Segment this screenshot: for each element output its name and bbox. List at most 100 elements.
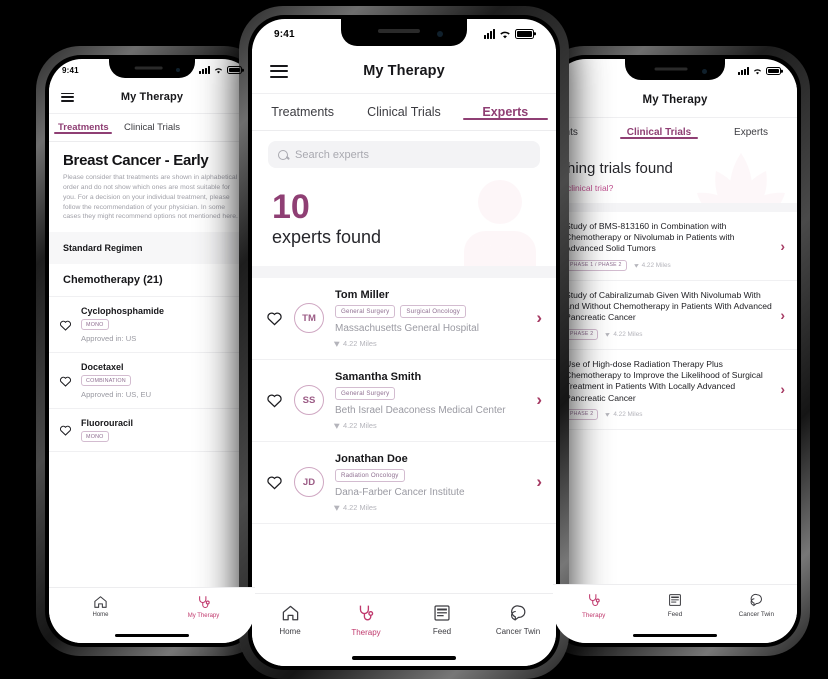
location-arrow-icon: [605, 331, 612, 337]
speaker-grille: [377, 29, 420, 34]
chevron-right-icon[interactable]: ›: [780, 238, 785, 254]
expert-distance: 4.22 Miles: [333, 421, 528, 430]
tab-experts[interactable]: Experts: [705, 127, 797, 138]
status-icons: [738, 66, 781, 76]
expert-row[interactable]: JD Jonathan Doe Radiation Oncology Dana-…: [252, 441, 556, 524]
tab-clinical-trials[interactable]: Clinical Trials: [613, 127, 705, 139]
heart-icon[interactable]: [59, 424, 72, 436]
home-icon: [281, 604, 300, 622]
search-input[interactable]: Search experts: [268, 141, 540, 168]
chevron-right-icon[interactable]: ›: [780, 307, 785, 323]
heart-icon[interactable]: [266, 392, 283, 408]
heart-icon[interactable]: [266, 310, 283, 326]
nav-item-therapy[interactable]: Therapy: [553, 593, 634, 619]
chat-bubbles-icon: [509, 604, 528, 622]
phone-right-bezel: 9:41 My Therapy: [549, 55, 801, 647]
trial-title: Study of BMS-813160 in Combination with …: [565, 220, 735, 254]
heart-icon[interactable]: [59, 319, 72, 331]
trial-distance: 4.22 Miles: [605, 411, 642, 418]
tab-experts[interactable]: Experts: [455, 105, 556, 120]
content-scroll[interactable]: 10 experts found TM Tom Miller General S…: [252, 174, 556, 604]
heart-icon[interactable]: [266, 474, 283, 490]
heart-icon[interactable]: [59, 375, 72, 387]
wifi-icon: [500, 31, 510, 38]
notch: [625, 59, 725, 80]
phase-badge: PHASE 2: [565, 328, 599, 340]
search-placeholder: Search experts: [295, 148, 369, 161]
notch: [109, 59, 195, 78]
content-scroll[interactable]: hing trials found clinical trial? Study …: [553, 145, 797, 593]
page-title: My Therapy: [642, 94, 708, 106]
tab-clinical-trials[interactable]: Clinical Trials: [353, 105, 454, 119]
trial-row[interactable]: Use of High-dose Radiation Therapy Plus …: [553, 349, 797, 430]
trial-info: Study of BMS-813160 in Combination with …: [565, 221, 774, 271]
signal-icon: [199, 66, 210, 74]
trial-row[interactable]: Study of BMS-813160 in Combination with …: [553, 211, 797, 281]
content-scroll[interactable]: Breast Cancer - Early Please consider th…: [49, 140, 255, 595]
expert-name: Tom Miller: [335, 288, 390, 301]
nav-label: Home: [279, 627, 301, 636]
chevron-right-icon[interactable]: ›: [536, 472, 542, 492]
expert-row[interactable]: TM Tom Miller General Surgery Surgical O…: [252, 277, 556, 360]
nav-item-home[interactable]: Home: [252, 604, 328, 636]
nav-item-feed[interactable]: Feed: [634, 593, 715, 618]
trial-meta: PHASE 2 4.22 Miles: [565, 328, 774, 340]
treatment-badges: MONO: [81, 428, 245, 443]
status-time: 9:41: [62, 65, 79, 75]
expert-name: Jonathan Doe: [335, 452, 408, 465]
section-separator: [553, 202, 797, 212]
expert-hospital: Massachusetts General Hospital: [335, 322, 479, 334]
expert-distance: 4.22 Miles: [333, 503, 528, 512]
location-arrow-icon: [333, 421, 342, 430]
experts-hero: 10 experts found: [252, 174, 556, 266]
tab-treatments[interactable]: Treatments: [252, 105, 353, 119]
expert-row[interactable]: SS Samantha Smith General Surgery Beth I…: [252, 359, 556, 442]
nav-item-feed[interactable]: Feed: [404, 604, 480, 636]
phone-left-screen: 9:41 My Therapy Treatments Clinical Tria…: [49, 59, 255, 643]
avatar: SS: [294, 385, 324, 416]
stethoscope-icon: [197, 595, 211, 610]
treatment-row[interactable]: Fluorouracil MONO: [49, 409, 255, 453]
treatment-info: Docetaxel COMBINATION Approved in: US, E…: [81, 362, 245, 399]
feed-icon: [433, 604, 451, 622]
nav-label: Feed: [667, 611, 683, 618]
signal-icon: [738, 67, 749, 75]
tab-bar: Treatments Clinical Trials Experts: [49, 114, 255, 142]
specialty-badge: General Surgery: [335, 304, 396, 318]
section-separator: [252, 265, 556, 278]
nav-item-therapy[interactable]: Therapy: [328, 604, 404, 637]
treatment-info: Fluorouracil MONO: [81, 418, 245, 443]
expert-specialties: General Surgery Surgical Oncology: [335, 304, 528, 318]
treatment-name: Cyclophosphamide: [81, 306, 165, 317]
tab-clinical-trials[interactable]: Clinical Trials: [118, 122, 187, 133]
location-arrow-icon: [333, 339, 342, 348]
battery-icon: [515, 28, 534, 40]
chevron-right-icon[interactable]: ›: [536, 390, 542, 410]
phone-center-screen: 9:41 My Therapy Treatments Clinical Tria…: [252, 19, 556, 666]
nav-item-home[interactable]: Home: [49, 595, 152, 618]
signal-icon: [484, 29, 495, 39]
treatment-row[interactable]: Cyclophosphamide MONO Approved in: US: [49, 297, 255, 354]
location-arrow-icon: [605, 411, 612, 418]
tab-treatments[interactable]: Treatments: [49, 122, 118, 134]
phone-left: 9:41 My Therapy Treatments Clinical Tria…: [36, 46, 268, 656]
group-chemotherapy[interactable]: Chemotherapy (21): [49, 264, 255, 298]
chevron-right-icon[interactable]: ›: [536, 308, 542, 328]
treatment-row[interactable]: Docetaxel COMBINATION Approved in: US, E…: [49, 353, 255, 410]
chevron-right-icon[interactable]: ›: [780, 381, 785, 397]
nav-item-my-therapy[interactable]: My Therapy: [152, 595, 255, 619]
speaker-grille: [134, 66, 163, 70]
search-section: Search experts: [252, 131, 556, 176]
nav-item-cancer-twin[interactable]: Cancer Twin: [716, 593, 797, 618]
app-bar: My Therapy: [553, 83, 797, 118]
nav-item-cancer-twin[interactable]: Cancer Twin: [480, 604, 556, 636]
page-title: My Therapy: [120, 91, 184, 103]
nav-label: Home: [92, 612, 109, 618]
expert-specialties: General Surgery: [335, 386, 528, 400]
trial-row[interactable]: Study of Cabiralizumab Given With Nivolu…: [553, 280, 797, 350]
nav-label: Therapy: [351, 628, 381, 637]
notch: [341, 19, 467, 46]
expert-info: Tom Miller General Surgery Surgical Onco…: [333, 288, 528, 348]
expert-hospital: Dana-Farber Cancer Institute: [335, 486, 465, 498]
speaker-grille: [654, 67, 688, 71]
